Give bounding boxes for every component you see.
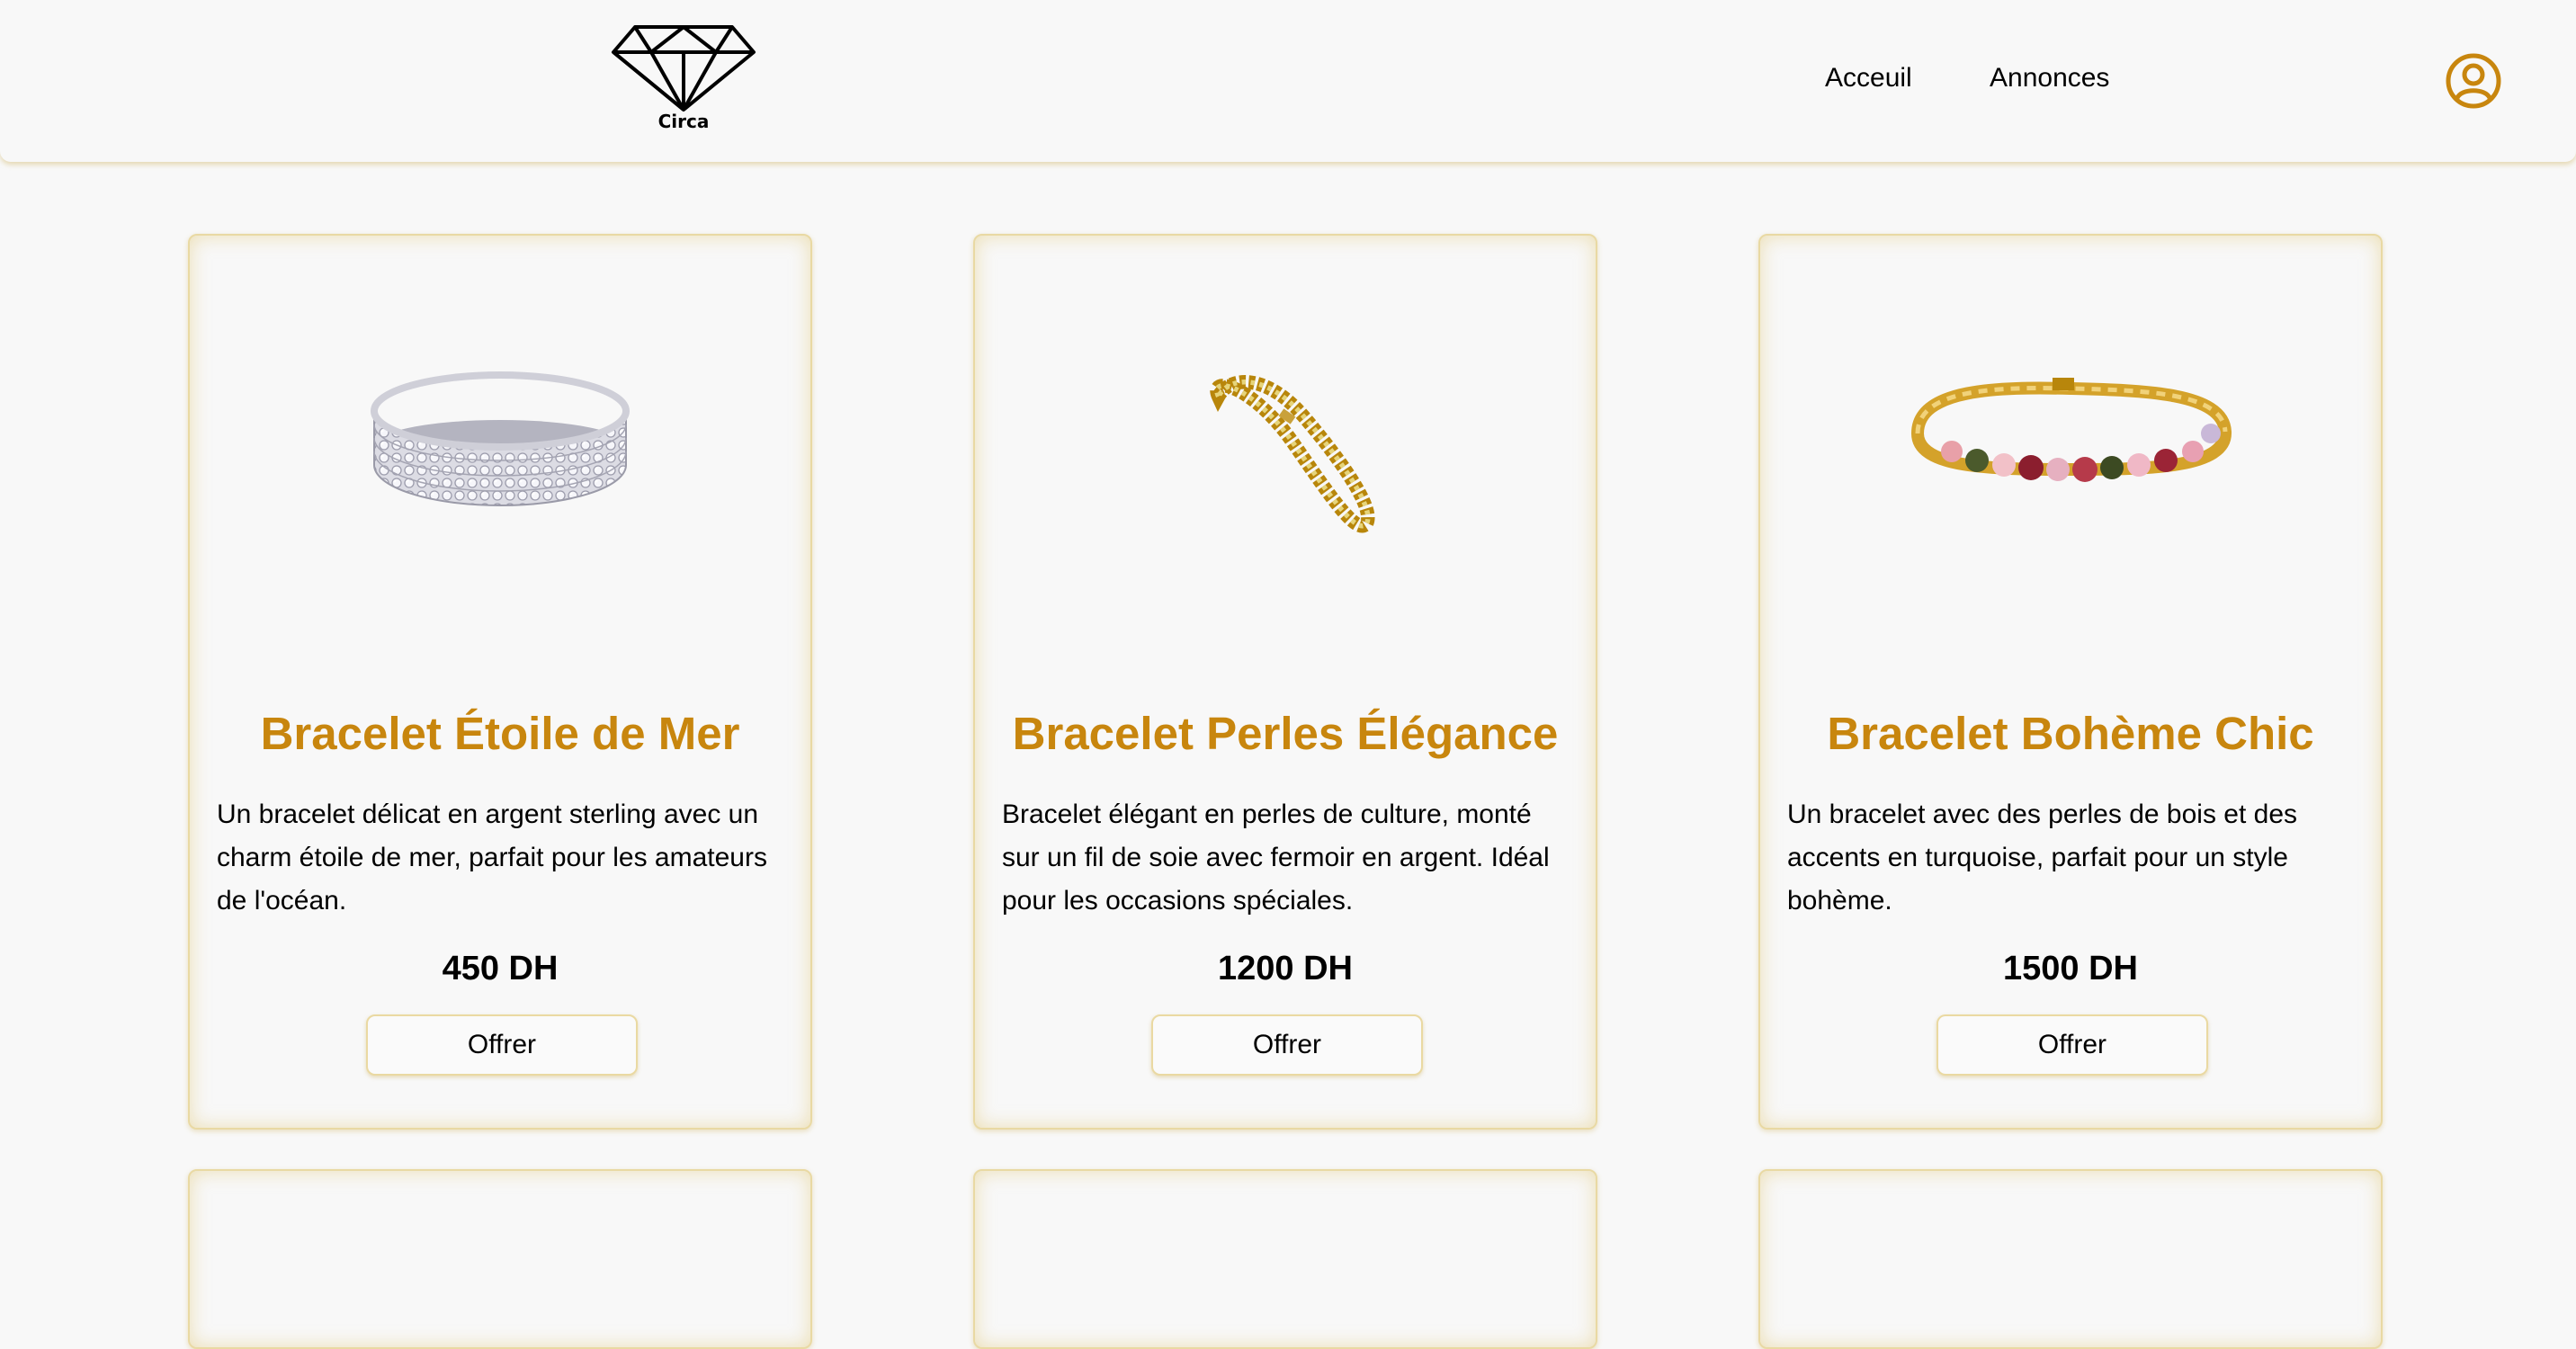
- product-title: Bracelet Bohème Chic: [1827, 708, 2314, 759]
- offer-button[interactable]: Offrer: [1936, 1014, 2208, 1076]
- product-image[interactable]: [1760, 326, 2381, 541]
- product-price: 1500 DH: [2003, 950, 2138, 987]
- product-card: Bracelet Bohème Chic Un bracelet avec de…: [1758, 234, 2383, 1130]
- nav-link-accueil[interactable]: Acceuil: [1825, 63, 1912, 94]
- product-image[interactable]: [190, 326, 810, 541]
- circa-logo[interactable]: Circa: [610, 23, 757, 137]
- user-circle-icon: [2446, 53, 2501, 109]
- gold-gemstone-bracelet-icon: [1910, 378, 2232, 482]
- product-image[interactable]: [975, 326, 1596, 541]
- product-title: Bracelet Perles Élégance: [1012, 708, 1559, 759]
- product-description: Bracelet élégant en perles de culture, m…: [1002, 800, 1550, 916]
- product-card: [1758, 1169, 2383, 1349]
- product-card: Bracelet Perles Élégance Bracelet élégan…: [973, 234, 1597, 1130]
- logo-text: Circa: [657, 111, 710, 132]
- site-header: Circa Acceuil Annonces: [0, 0, 2576, 162]
- product-description: Un bracelet avec des perles de bois et d…: [1787, 800, 2297, 916]
- offer-button[interactable]: Offrer: [1151, 1014, 1423, 1076]
- diamond-icon: [612, 25, 756, 112]
- gold-tennis-bracelet-icon: [1210, 375, 1375, 533]
- product-description: Un bracelet délicat en argent sterling a…: [217, 800, 767, 916]
- silver-rhinestone-bracelet-icon: [371, 371, 630, 506]
- product-title: Bracelet Étoile de Mer: [260, 708, 740, 759]
- user-account-button[interactable]: [2445, 52, 2502, 110]
- product-card: Bracelet Étoile de Mer Un bracelet délic…: [188, 234, 812, 1130]
- product-price: 1200 DH: [1218, 950, 1353, 987]
- nav-link-annonces[interactable]: Annonces: [1990, 63, 2109, 94]
- product-price: 450 DH: [442, 950, 559, 987]
- product-card: [973, 1169, 1597, 1349]
- offer-button[interactable]: Offrer: [366, 1014, 638, 1076]
- product-card: [188, 1169, 812, 1349]
